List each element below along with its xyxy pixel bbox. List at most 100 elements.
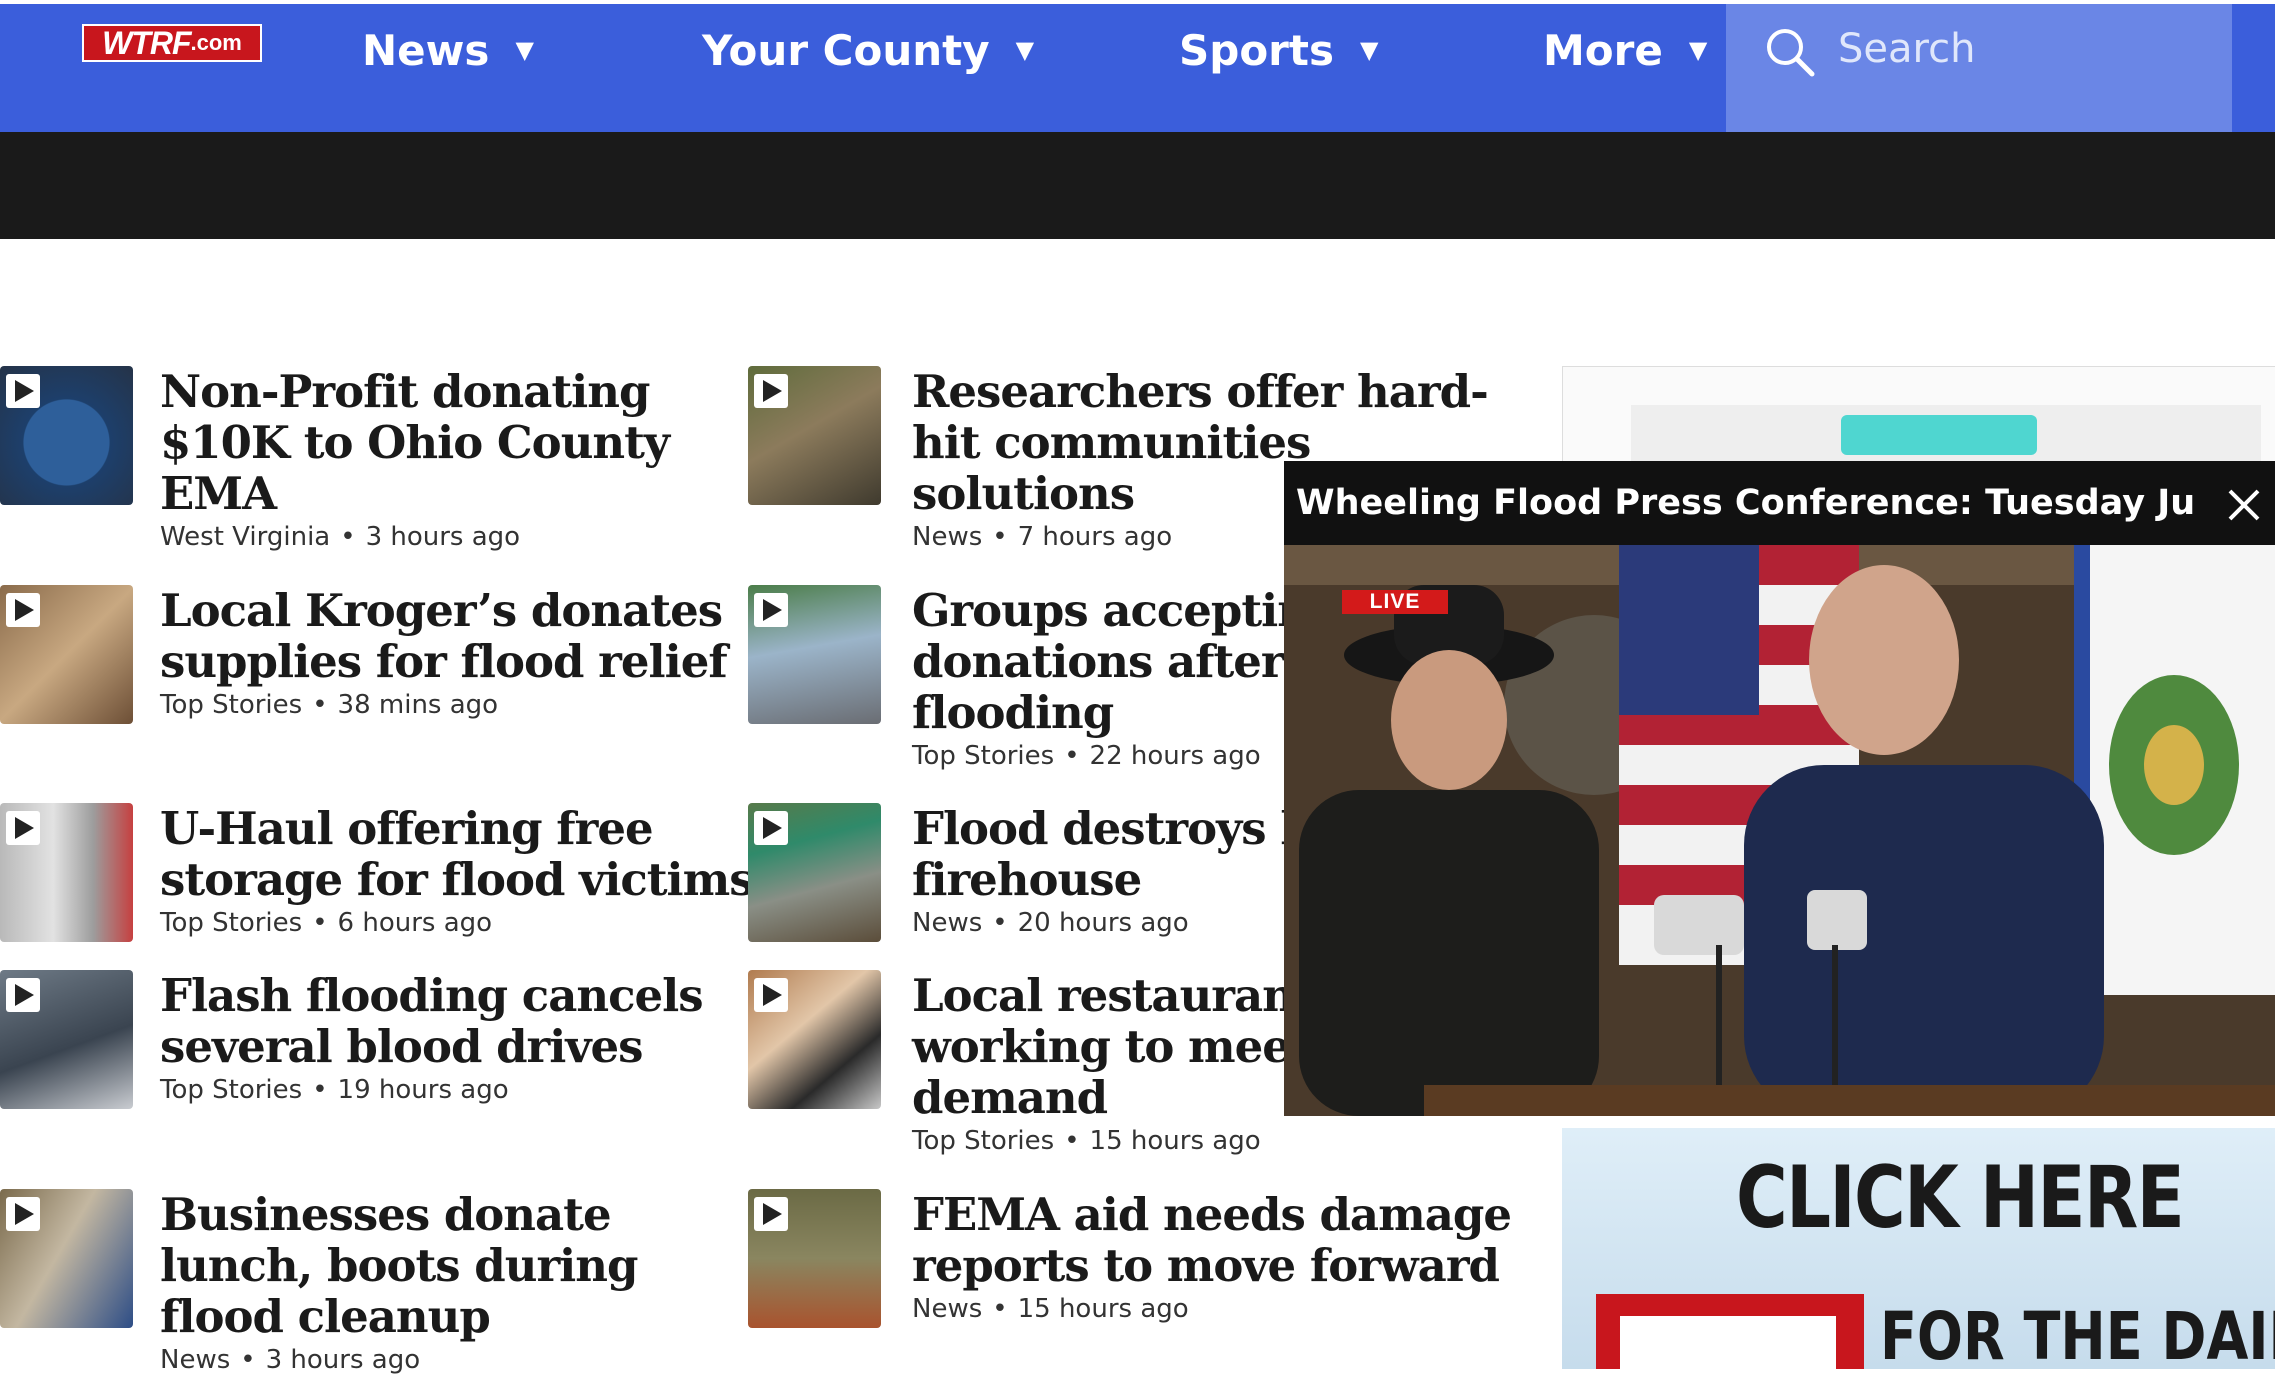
nav-your-county[interactable]: Your County ▼: [702, 22, 1034, 78]
headline-line: EMA: [160, 467, 277, 520]
ad-banner-strip: [0, 132, 2275, 239]
article-category[interactable]: Top Stories: [912, 1126, 1054, 1156]
article-category[interactable]: Top Stories: [160, 690, 302, 720]
article-meta: News • 7 hours ago: [912, 522, 1172, 552]
caret-down-icon: ▼: [1015, 36, 1035, 64]
promo-ad[interactable]: CLICK HERE FOR THE DAIL: [1562, 1128, 2275, 1369]
separator-dot: •: [1064, 741, 1080, 771]
headline-line: flooding: [912, 686, 1114, 739]
article-category[interactable]: Top Stories: [160, 1075, 302, 1105]
site-logo[interactable]: WTRF .com: [82, 24, 262, 62]
separator-dot: •: [312, 690, 328, 720]
close-icon[interactable]: [2224, 485, 2264, 525]
ad-tagline: FOR THE DAIL: [1880, 1298, 2275, 1369]
article-category[interactable]: Top Stories: [160, 908, 302, 938]
article-thumbnail[interactable]: [0, 366, 133, 505]
article-category[interactable]: Top Stories: [912, 741, 1054, 771]
separator-dot: •: [340, 522, 356, 552]
play-icon: [6, 593, 40, 627]
article-time: 19 hours ago: [337, 1075, 509, 1105]
headline-line: FEMA aid needs damage: [912, 1188, 1512, 1241]
article-time: 15 hours ago: [1089, 1126, 1261, 1156]
search-input[interactable]: [1836, 20, 2220, 78]
article-thumbnail[interactable]: [748, 970, 881, 1109]
nav-more[interactable]: More ▼: [1543, 22, 1707, 78]
article-thumbnail[interactable]: [748, 585, 881, 724]
nav-sports-label: Sports: [1179, 25, 1334, 75]
article-category[interactable]: News: [912, 1294, 982, 1324]
article-headline[interactable]: Flood destroys lo firehouse: [912, 803, 1326, 906]
caret-down-icon: ▼: [515, 36, 534, 64]
play-icon: [754, 978, 788, 1012]
article-time: 3 hours ago: [365, 522, 521, 552]
headline-line: Flash flooding cancels: [160, 969, 704, 1022]
headline-line: storage for flood victims: [160, 853, 755, 906]
article-thumbnail[interactable]: [748, 803, 881, 942]
article-headline[interactable]: Local restaurant working to meet demand: [912, 969, 1315, 1123]
article-headline[interactable]: Businesses donate lunch, boots during fl…: [160, 1189, 638, 1343]
article-category[interactable]: West Virginia: [160, 522, 330, 552]
headline-line: lunch, boots during: [160, 1239, 638, 1292]
headline-line: reports to move forward: [912, 1239, 1500, 1292]
station-logo: [1596, 1294, 1864, 1369]
play-icon: [6, 374, 40, 408]
nav-your-county-label: Your County: [702, 25, 990, 75]
top-nav: WTRF .com News ▼ Your County ▼ Sports ▼ M…: [0, 4, 2275, 132]
ad-badge: [1841, 415, 2037, 455]
caret-down-icon: ▼: [1688, 36, 1708, 64]
ad-image: [1631, 405, 2261, 467]
headline-line: supplies for flood relief: [160, 635, 728, 688]
headline-line: Non-Profit donating: [160, 365, 650, 418]
article-category[interactable]: News: [912, 522, 982, 552]
article-meta: News • 3 hours ago: [160, 1345, 420, 1375]
article-headline[interactable]: Non-Profit donating $10K to Ohio County …: [160, 365, 670, 520]
article-headline[interactable]: Flash flooding cancels several blood dri…: [160, 969, 704, 1072]
play-icon: [754, 593, 788, 627]
floating-video-player[interactable]: Wheeling Flood Press Conference: Tuesday…: [1284, 461, 2275, 1116]
article-time: 3 hours ago: [265, 1345, 421, 1375]
wv-flag: [2074, 545, 2275, 995]
separator-dot: •: [992, 908, 1008, 938]
article-meta: Top Stories • 19 hours ago: [160, 1075, 509, 1105]
headline-line: flood cleanup: [160, 1290, 491, 1343]
video-frame[interactable]: LIVE: [1284, 545, 2275, 1116]
play-icon: [754, 374, 788, 408]
article-meta: West Virginia • 3 hours ago: [160, 522, 520, 552]
ad-cta-text: CLICK HERE: [1736, 1148, 2185, 1248]
article-meta: Top Stories • 6 hours ago: [160, 908, 492, 938]
separator-dot: •: [312, 1075, 328, 1105]
article-headline[interactable]: Local Kroger’s donates supplies for floo…: [160, 585, 728, 688]
article-thumbnail[interactable]: [748, 1189, 881, 1328]
article-thumbnail[interactable]: [0, 585, 133, 724]
article-thumbnail[interactable]: [0, 1189, 133, 1328]
video-title: Wheeling Flood Press Conference: Tuesday…: [1296, 483, 2196, 523]
article-time: 20 hours ago: [1017, 908, 1189, 938]
separator-dot: •: [240, 1345, 256, 1375]
article-headline[interactable]: FEMA aid needs damage reports to move fo…: [912, 1188, 1512, 1292]
article-category[interactable]: News: [160, 1345, 230, 1375]
article-meta: News • 20 hours ago: [912, 908, 1189, 938]
nav-news[interactable]: News ▼: [362, 22, 534, 78]
article-thumbnail[interactable]: [748, 366, 881, 505]
search-box[interactable]: [1726, 4, 2232, 132]
caret-down-icon: ▼: [1359, 36, 1379, 64]
headline-line: Local restaurant: [912, 969, 1315, 1022]
separator-dot: •: [1064, 1126, 1080, 1156]
play-icon: [6, 978, 40, 1012]
article-headline[interactable]: Groups accepting donations after O flood…: [912, 585, 1340, 739]
play-icon: [6, 1197, 40, 1231]
separator-dot: •: [312, 908, 328, 938]
play-icon: [6, 811, 40, 845]
article-thumbnail[interactable]: [0, 803, 133, 942]
article-meta: News • 15 hours ago: [912, 1294, 1189, 1324]
article-thumbnail[interactable]: [0, 970, 133, 1109]
article-time: 6 hours ago: [337, 908, 493, 938]
search-icon[interactable]: [1764, 26, 1816, 78]
separator-dot: •: [992, 522, 1008, 552]
article-headline[interactable]: U-Haul offering free storage for flood v…: [160, 803, 755, 906]
sidebar-ad[interactable]: [1562, 366, 2275, 467]
article-category[interactable]: News: [912, 908, 982, 938]
article-meta: Top Stories • 38 mins ago: [160, 690, 498, 720]
nav-sports[interactable]: Sports ▼: [1179, 22, 1378, 78]
headline-line: firehouse: [912, 853, 1142, 906]
